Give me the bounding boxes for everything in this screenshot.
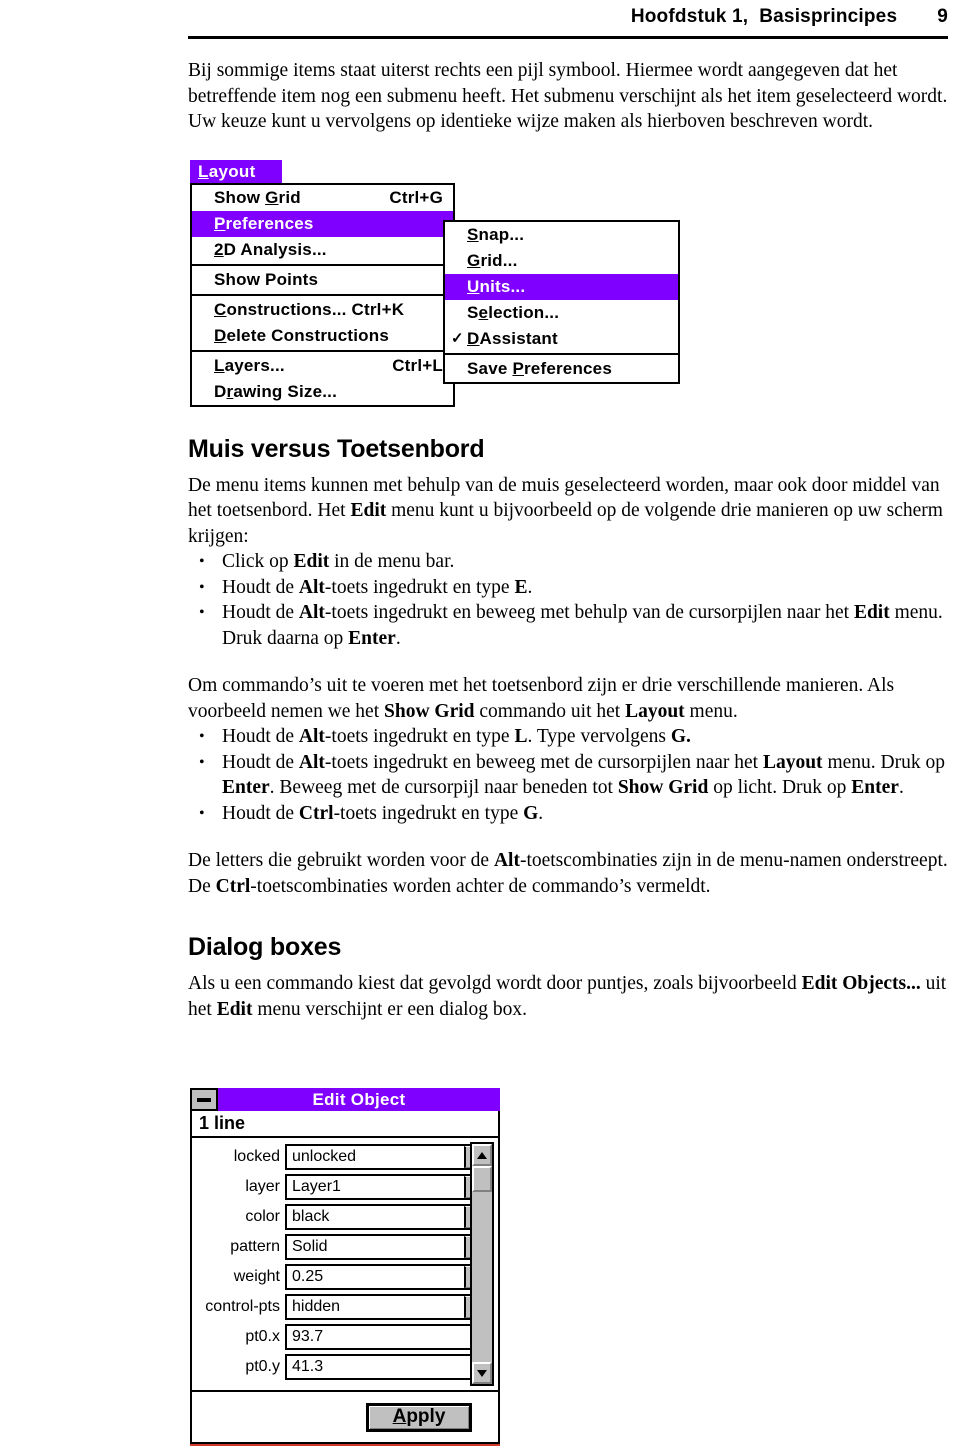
- menu-item-accelerator: Ctrl+L: [392, 356, 443, 375]
- minimize-icon[interactable]: [190, 1088, 218, 1111]
- menu-item-drawing-size[interactable]: Drawing Size...: [192, 379, 453, 405]
- field-value: black: [292, 1208, 330, 1225]
- arrow-down-icon: [477, 1369, 487, 1377]
- scrollbar-track[interactable]: [472, 1192, 492, 1362]
- field-value: 93.7: [292, 1328, 324, 1345]
- dialog-title: Edit Object: [218, 1088, 500, 1111]
- layout-menu-screenshot: Layout Show Grid Ctrl+G Preferences 2D An…: [190, 160, 680, 450]
- submenu-item-units[interactable]: Units...: [445, 274, 678, 300]
- bullet-icon: •: [199, 553, 205, 570]
- field-row-pt0y: pt0.y 41.3: [192, 1352, 498, 1382]
- submenu-item-grid[interactable]: Grid...: [445, 248, 678, 274]
- dropdown-locked[interactable]: unlocked: [285, 1144, 490, 1170]
- submenu-item-save-preferences[interactable]: Save Preferences: [445, 356, 678, 382]
- text-input-pt0y[interactable]: 41.3: [285, 1354, 490, 1380]
- dialog-subtitle: 1 line: [190, 1111, 500, 1138]
- field-value: 0.25: [292, 1268, 324, 1285]
- menu-separator: [192, 350, 453, 352]
- mouse-bullet-list: • Click op Edit in de menu bar. • Houdt de…: [188, 549, 950, 651]
- dropdown-pattern[interactable]: Solid: [285, 1234, 490, 1260]
- menu-item-preferences[interactable]: Preferences: [192, 211, 453, 237]
- dialog-section-paragraph: Als u een commando kiest dat gevolgd wor…: [188, 973, 947, 1020]
- header-divider: [188, 36, 948, 39]
- list-item: • Houdt de Alt-toets ingedrukt en type L.…: [188, 724, 950, 750]
- menu-item-accelerator: Ctrl+G: [389, 188, 443, 207]
- bullet-icon: •: [199, 753, 205, 771]
- submenu-item-snap[interactable]: Snap...: [445, 222, 678, 248]
- field-label: pt0.y: [245, 1358, 280, 1375]
- page-number: 9: [937, 6, 948, 27]
- checkmark-icon: ✓: [451, 330, 464, 347]
- scrollbar-thumb[interactable]: [472, 1166, 492, 1192]
- field-value: unlocked: [292, 1148, 357, 1165]
- field-label: weight: [233, 1268, 280, 1285]
- field-label: pattern: [230, 1238, 280, 1255]
- menu-separator: [192, 264, 453, 266]
- menubar-item-layout[interactable]: Layout: [190, 160, 282, 183]
- dialog-section-heading: Dialog boxes: [188, 933, 342, 961]
- field-row-pt0x: pt0.x 93.7: [192, 1322, 498, 1352]
- list-item: • Houdt de Alt-toets ingedrukt en beweeg …: [199, 602, 943, 649]
- bullet-icon: •: [199, 728, 205, 745]
- menu-item-show-points[interactable]: Show Points: [192, 267, 453, 293]
- menu-item-constructions[interactable]: Constructions... Ctrl+K: [192, 297, 453, 323]
- bullet-icon: •: [199, 604, 205, 621]
- dialog-footer: Apply: [190, 1392, 500, 1444]
- apply-button[interactable]: Apply: [366, 1402, 472, 1432]
- dialog-fields-area: locked unlocked layer Layer1 color black…: [190, 1138, 500, 1392]
- bullet-icon: •: [199, 578, 205, 596]
- field-value: Solid: [292, 1238, 328, 1255]
- page-header: Hoofdstuk 1, Basisprincipes 9: [188, 6, 948, 28]
- menu-separator: [192, 294, 453, 296]
- field-row-control-pts: control-pts hidden: [192, 1292, 498, 1322]
- menu-item-show-grid[interactable]: Show Grid Ctrl+G: [192, 185, 453, 211]
- dialog-titlebar: Edit Object: [190, 1088, 500, 1111]
- field-row-locked: locked unlocked: [192, 1142, 498, 1172]
- preferences-submenu: Snap... Grid... Units... Selection... ✓ D…: [443, 220, 680, 384]
- dropdown-control-pts[interactable]: hidden: [285, 1294, 490, 1320]
- list-item: • Houdt de Alt-toets ingedrukt en beweeg …: [199, 751, 945, 799]
- field-label: locked: [233, 1148, 280, 1165]
- submenu-item-dassistant[interactable]: ✓ DAssistant: [445, 326, 678, 352]
- layout-dropdown-menu: Show Grid Ctrl+G Preferences 2D Analysis.…: [190, 183, 455, 407]
- dropdown-color[interactable]: black: [285, 1204, 490, 1230]
- list-item: • Houdt de Alt-toets ingedrukt en type E.: [188, 575, 950, 601]
- field-label: control-pts: [205, 1298, 280, 1315]
- dropdown-weight[interactable]: 0.25: [285, 1264, 490, 1290]
- edit-object-dialog-screenshot: Edit Object 1 line locked unlocked layer…: [190, 1088, 500, 1446]
- field-label: color: [245, 1208, 280, 1225]
- field-row-pattern: pattern Solid: [192, 1232, 498, 1262]
- mouse-section-paragraph: De menu items kunnen met behulp van de m…: [188, 474, 943, 547]
- menu-item-delete-constructions[interactable]: Delete Constructions: [192, 323, 453, 349]
- closing-paragraph: De letters die gebruikt worden voor de A…: [188, 850, 948, 897]
- field-label: pt0.x: [245, 1328, 280, 1345]
- chapter-title: Hoofdstuk 1, Basisprincipes: [630, 6, 898, 27]
- submenu-item-selection[interactable]: Selection...: [445, 300, 678, 326]
- bullet-icon: •: [199, 804, 205, 822]
- field-value: 41.3: [292, 1358, 324, 1375]
- text-input-pt0x[interactable]: 93.7: [285, 1324, 490, 1350]
- field-row-weight: weight 0.25: [192, 1262, 498, 1292]
- scroll-down-button[interactable]: [472, 1362, 492, 1384]
- scroll-up-button[interactable]: [472, 1144, 492, 1166]
- arrow-up-icon: [477, 1151, 487, 1159]
- field-value: Layer1: [292, 1178, 341, 1195]
- field-row-color: color black: [192, 1202, 498, 1232]
- menu-separator: [445, 353, 678, 355]
- field-row-layer: layer Layer1: [192, 1172, 498, 1202]
- commands-paragraph: Om commando’s uit te voeren met het toet…: [188, 675, 895, 722]
- dialog-scrollbar[interactable]: [470, 1142, 494, 1386]
- field-label: layer: [245, 1178, 280, 1195]
- list-item: • Click op Edit in de menu bar.: [188, 549, 950, 575]
- commands-bullet-list: • Houdt de Alt-toets ingedrukt en type L.…: [188, 724, 950, 826]
- intro-paragraph: Bij sommige items staat uiterst rechts e…: [188, 60, 948, 132]
- menu-item-2d-analysis[interactable]: 2D Analysis...: [192, 237, 453, 263]
- dropdown-layer[interactable]: Layer1: [285, 1174, 490, 1200]
- list-item: • Houdt de Ctrl-toets ingedrukt en type G…: [188, 801, 950, 827]
- field-value: hidden: [292, 1298, 341, 1315]
- menu-item-layers[interactable]: Layers... Ctrl+L: [192, 353, 453, 379]
